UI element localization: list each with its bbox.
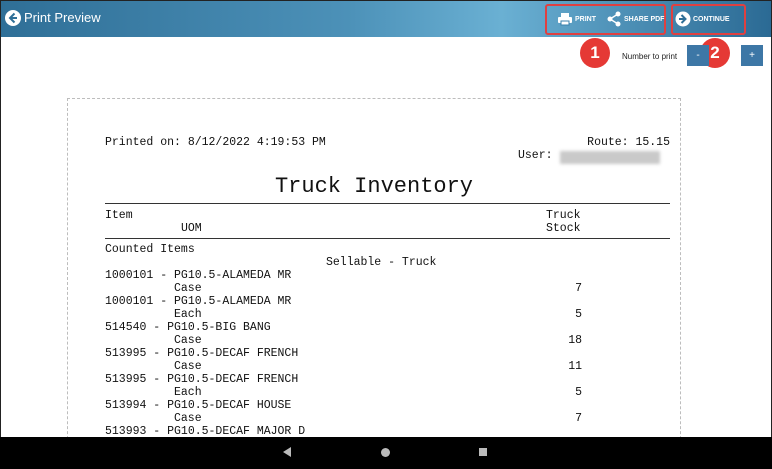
arrow-right-circle-icon: [675, 11, 691, 27]
nav-home-icon[interactable]: [381, 448, 390, 457]
section-label: Counted Items: [105, 243, 195, 256]
row-item: 513994 - PG10.5-DECAF HOUSE: [105, 399, 292, 412]
row-qty: 5: [575, 386, 582, 399]
row-uom: Each: [174, 308, 202, 321]
number-to-print-label: Number to print: [622, 52, 678, 61]
row-item: 1000101 - PG10.5-ALAMEDA MR: [105, 295, 292, 308]
top-bar: Print Preview PRINT SHARE PDF CONTINUE: [1, 1, 771, 37]
row-item: 514540 - PG10.5-BIG BANG: [105, 321, 271, 334]
subsection-label: Sellable - Truck: [326, 256, 437, 269]
route: Route: 15.15: [587, 136, 670, 149]
row-qty: 18: [568, 334, 582, 347]
row-uom: Case: [174, 360, 202, 373]
user-label: User:: [518, 149, 553, 162]
increment-button[interactable]: +: [741, 45, 763, 66]
row-qty: 7: [575, 282, 582, 295]
row-uom: Case: [174, 334, 202, 347]
app-window: Print Preview PRINT SHARE PDF CONTINUE 1…: [0, 0, 772, 469]
nav-recents-icon[interactable]: [479, 448, 487, 456]
column-stock-2: Stock: [546, 222, 581, 235]
row-qty: 5: [575, 308, 582, 321]
column-item: Item: [105, 209, 133, 222]
title-rule: [105, 203, 670, 204]
share-pdf-label: SHARE PDF: [624, 15, 665, 23]
row-qty: 7: [575, 412, 582, 425]
page-title: Print Preview: [24, 10, 101, 25]
continue-label: CONTINUE: [693, 15, 730, 23]
row-item: 1000101 - PG10.5-ALAMEDA MR: [105, 269, 292, 282]
back-arrow-icon[interactable]: [5, 10, 21, 26]
nav-back-icon[interactable]: [283, 447, 291, 457]
row-uom: Case: [174, 412, 202, 425]
column-uom: UOM: [181, 222, 202, 235]
printed-on: Printed on: 8/12/2022 4:19:53 PM: [105, 136, 326, 149]
redacted-user: [560, 151, 660, 164]
print-label: PRINT: [575, 15, 596, 23]
printer-icon: [558, 13, 572, 26]
row-uom: Each: [174, 386, 202, 399]
print-button[interactable]: PRINT: [557, 10, 596, 28]
row-item: 513995 - PG10.5-DECAF FRENCH: [105, 347, 299, 360]
report-title: Truck Inventory: [274, 174, 474, 199]
decrement-button[interactable]: -: [687, 45, 709, 66]
receipt-preview: Printed on: 8/12/2022 4:19:53 PM Route: …: [67, 98, 681, 459]
row-uom: Case: [174, 282, 202, 295]
row-qty: 11: [568, 360, 582, 373]
callout-badge-1: 1: [580, 38, 610, 68]
share-pdf-button[interactable]: SHARE PDF: [606, 10, 664, 28]
header-rule: [105, 238, 670, 239]
row-item: 513995 - PG10.5-DECAF FRENCH: [105, 373, 299, 386]
android-nav-bar: [0, 437, 772, 469]
column-stock-1: Truck: [546, 209, 581, 222]
continue-button[interactable]: CONTINUE: [675, 10, 730, 28]
share-icon: [607, 11, 621, 27]
